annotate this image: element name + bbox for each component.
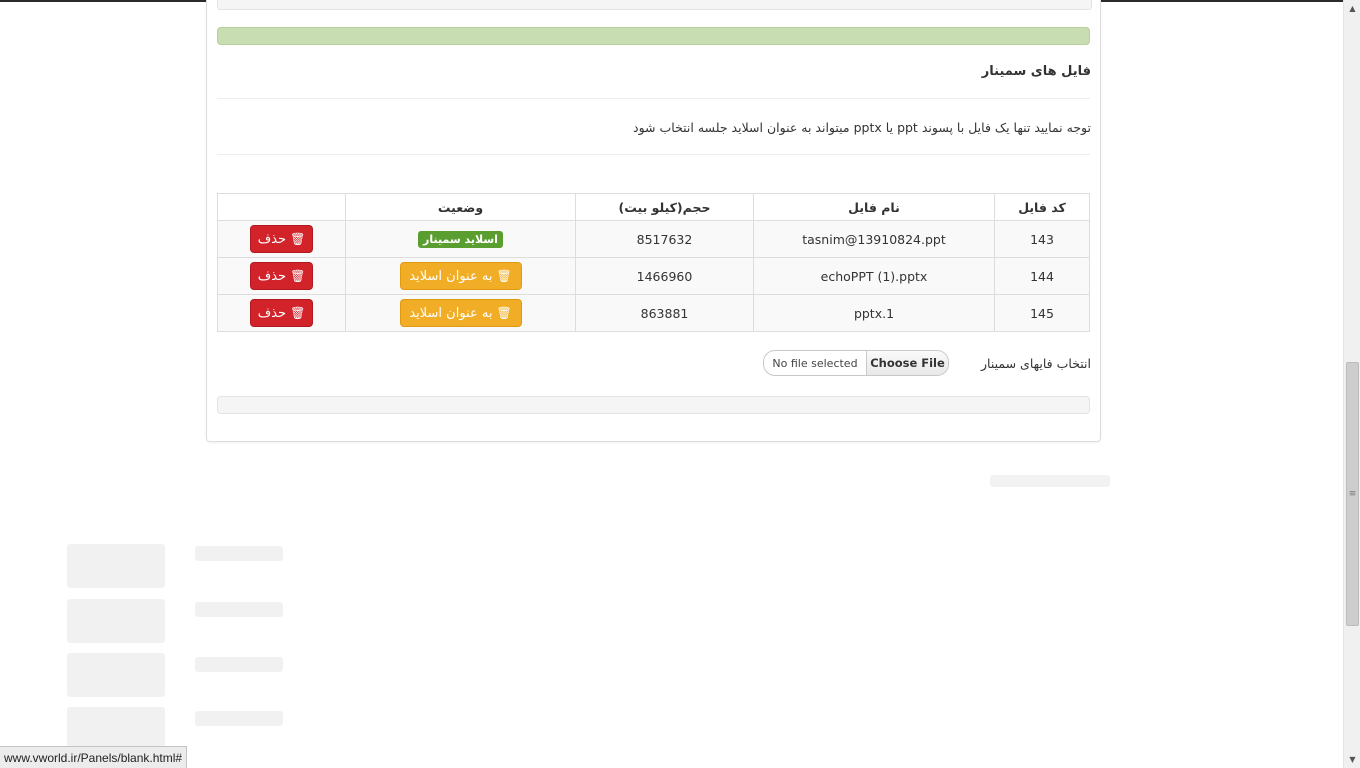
- cell-size: 8517632: [575, 220, 754, 258]
- col-header-size: حجم(کیلو بیت): [575, 193, 754, 221]
- table-row: 143 tasnim@13910824.ppt 8517632 اسلاید س…: [217, 220, 1090, 258]
- note-part: میتواند به عنوان اسلاید جلسه انتخاب شود: [633, 120, 850, 135]
- cell-size: 1466960: [575, 257, 754, 295]
- cell-status: اسلاید سمینار: [345, 220, 576, 258]
- set-as-slide-label: به عنوان اسلاید: [409, 268, 493, 284]
- upload-label: انتخاب فایهای سمینار: [980, 356, 1091, 371]
- scrollbar-thumb[interactable]: ≡: [1346, 362, 1359, 626]
- upload-note: توجه نمایید تنها یک فایل با پسوند ppt یا…: [633, 120, 1091, 135]
- delete-button[interactable]: 🗑 حذف: [250, 262, 313, 290]
- divider: [217, 98, 1090, 99]
- note-ext-pptx: pptx: [853, 120, 882, 135]
- faded-block: [67, 599, 165, 643]
- faded-block: [67, 707, 165, 751]
- note-part: توجه نمایید تنها یک فایل با پسوند: [921, 120, 1091, 135]
- cell-code: 145: [994, 294, 1090, 332]
- faded-block: [195, 546, 283, 561]
- cell-actions: 🗑 حذف: [217, 294, 346, 332]
- section-heading: فایل های سمینار: [981, 64, 1091, 79]
- col-header-actions: [217, 193, 346, 221]
- set-as-slide-button[interactable]: 🗑 به عنوان اسلاید: [399, 299, 522, 327]
- cell-code: 144: [994, 257, 1090, 295]
- file-input-status: No file selected: [764, 351, 867, 375]
- faded-block: [195, 711, 283, 726]
- trash-icon: 🗑: [290, 306, 306, 320]
- col-header-name: نام فایل: [753, 193, 995, 221]
- status-badge: اسلاید سمینار: [418, 230, 503, 248]
- cell-size: 863881: [575, 294, 754, 332]
- col-header-status: وضعیت: [345, 193, 576, 221]
- bottom-well: [217, 396, 1090, 414]
- delete-button[interactable]: 🗑 حذف: [250, 299, 313, 327]
- faded-block: [67, 653, 165, 697]
- delete-label: حذف: [257, 305, 287, 321]
- choose-file-button[interactable]: Choose File: [867, 351, 948, 375]
- vertical-scrollbar[interactable]: ▲ ≡ ▼: [1343, 0, 1360, 768]
- browser-status-bar: www.vworld.ir/Panels/blank.html#: [0, 746, 188, 768]
- files-table: کد فایل نام فایل حجم(کیلو بیت) وضعیت 143…: [217, 193, 1090, 332]
- seminar-files-panel: فایل های سمینار توجه نمایید تنها یک فایل…: [206, 0, 1101, 442]
- success-bar: [217, 27, 1090, 45]
- cell-name: pptx.1: [753, 294, 995, 332]
- top-well: [217, 0, 1092, 10]
- note-part: یا: [885, 120, 894, 135]
- cell-name: tasnim@13910824.ppt: [753, 220, 995, 258]
- trash-icon: 🗑: [290, 232, 306, 246]
- set-as-slide-button[interactable]: 🗑 به عنوان اسلاید: [399, 262, 522, 290]
- cell-actions: 🗑 حذف: [217, 257, 346, 295]
- table-header-row: کد فایل نام فایل حجم(کیلو بیت) وضعیت: [217, 193, 1090, 221]
- set-as-slide-label: به عنوان اسلاید: [409, 305, 493, 321]
- cell-status: 🗑 به عنوان اسلاید: [345, 294, 576, 332]
- note-ext-ppt: ppt: [897, 120, 918, 135]
- divider: [217, 154, 1090, 155]
- file-input[interactable]: No file selected Choose File: [763, 350, 949, 376]
- faded-block: [195, 602, 283, 617]
- col-header-code: کد فایل: [994, 193, 1090, 221]
- trash-icon: 🗑: [496, 306, 512, 320]
- status-url: www.vworld.ir/Panels/blank.html#: [4, 750, 183, 765]
- table-row: 145 pptx.1 863881 🗑 به عنوان اسلاید 🗑 حذ…: [217, 294, 1090, 332]
- cell-name: echoPPT (1).pptx: [753, 257, 995, 295]
- faded-block: [990, 475, 1110, 487]
- faded-block: [67, 544, 165, 588]
- trash-icon: 🗑: [290, 269, 306, 283]
- cell-status: 🗑 به عنوان اسلاید: [345, 257, 576, 295]
- cell-actions: 🗑 حذف: [217, 220, 346, 258]
- scroll-up-icon[interactable]: ▲: [1344, 0, 1360, 17]
- delete-label: حذف: [257, 268, 287, 284]
- scroll-down-icon[interactable]: ▼: [1344, 751, 1360, 768]
- delete-button[interactable]: 🗑 حذف: [250, 225, 313, 253]
- trash-icon: 🗑: [496, 269, 512, 283]
- faded-background-content: [0, 445, 1343, 768]
- delete-label: حذف: [257, 231, 287, 247]
- faded-block: [195, 657, 283, 672]
- table-row: 144 echoPPT (1).pptx 1466960 🗑 به عنوان …: [217, 257, 1090, 295]
- cell-code: 143: [994, 220, 1090, 258]
